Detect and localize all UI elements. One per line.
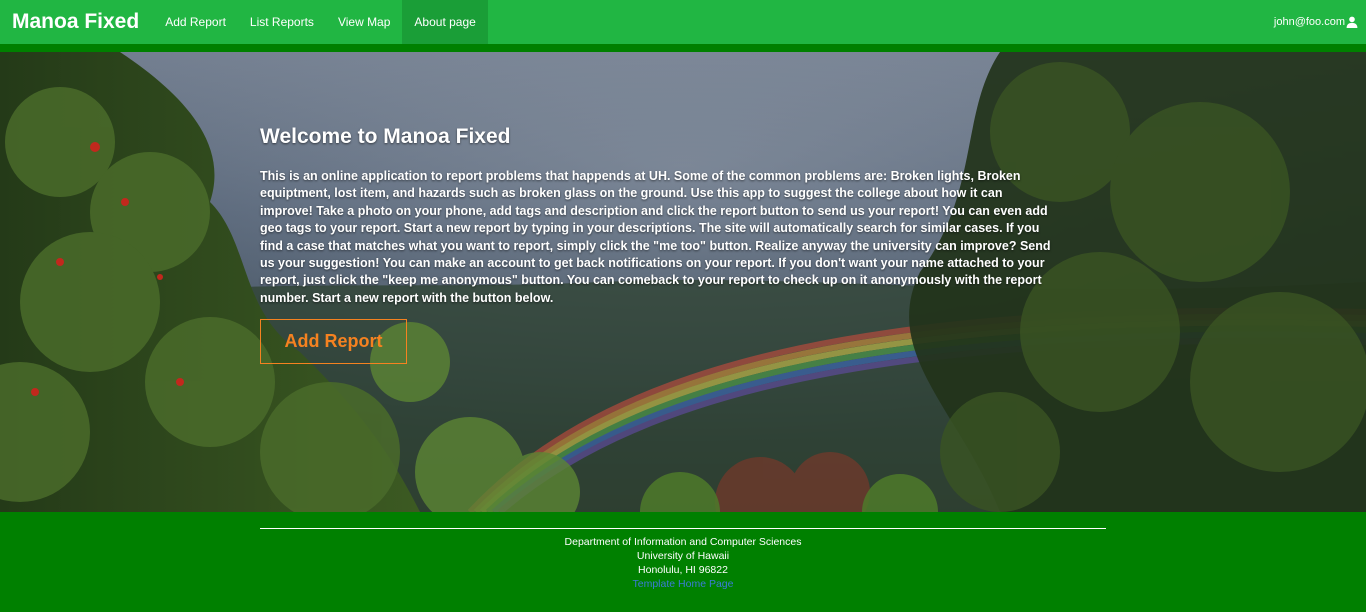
brand-logo[interactable]: Manoa Fixed (0, 0, 151, 44)
nav-item-view-map[interactable]: View Map (326, 0, 402, 44)
navbar-bottom-strip (0, 44, 1366, 52)
template-home-page-link[interactable]: Template Home Page (633, 577, 734, 591)
footer: Department of Information and Computer S… (0, 512, 1366, 612)
nav-item-about-page[interactable]: About page (402, 0, 488, 44)
hero-section: Welcome to Manoa Fixed This is an online… (0, 52, 1366, 512)
footer-university: University of Hawaii (636, 550, 730, 562)
user-icon (1346, 16, 1358, 28)
hero-content: Welcome to Manoa Fixed This is an online… (260, 124, 1055, 365)
user-menu[interactable]: john@foo.com (1274, 0, 1366, 44)
nav-item-add-report[interactable]: Add Report (153, 0, 238, 44)
intro-paragraph: This is an online application to report … (260, 169, 1051, 305)
navbar: Manoa Fixed Add Report List Reports View… (0, 0, 1366, 44)
nav-item-list-reports[interactable]: List Reports (238, 0, 326, 44)
footer-address: Department of Information and Computer S… (0, 535, 1366, 591)
user-email: john@foo.com (1273, 16, 1345, 28)
nav-menu: Add Report List Reports View Map About p… (153, 0, 488, 44)
page-title: Welcome to Manoa Fixed (260, 125, 511, 148)
footer-city: Honolulu, HI 96822 (638, 564, 728, 576)
footer-divider (260, 528, 1106, 529)
add-report-button[interactable]: Add Report (260, 319, 407, 365)
footer-department: Department of Information and Computer S… (564, 536, 802, 548)
